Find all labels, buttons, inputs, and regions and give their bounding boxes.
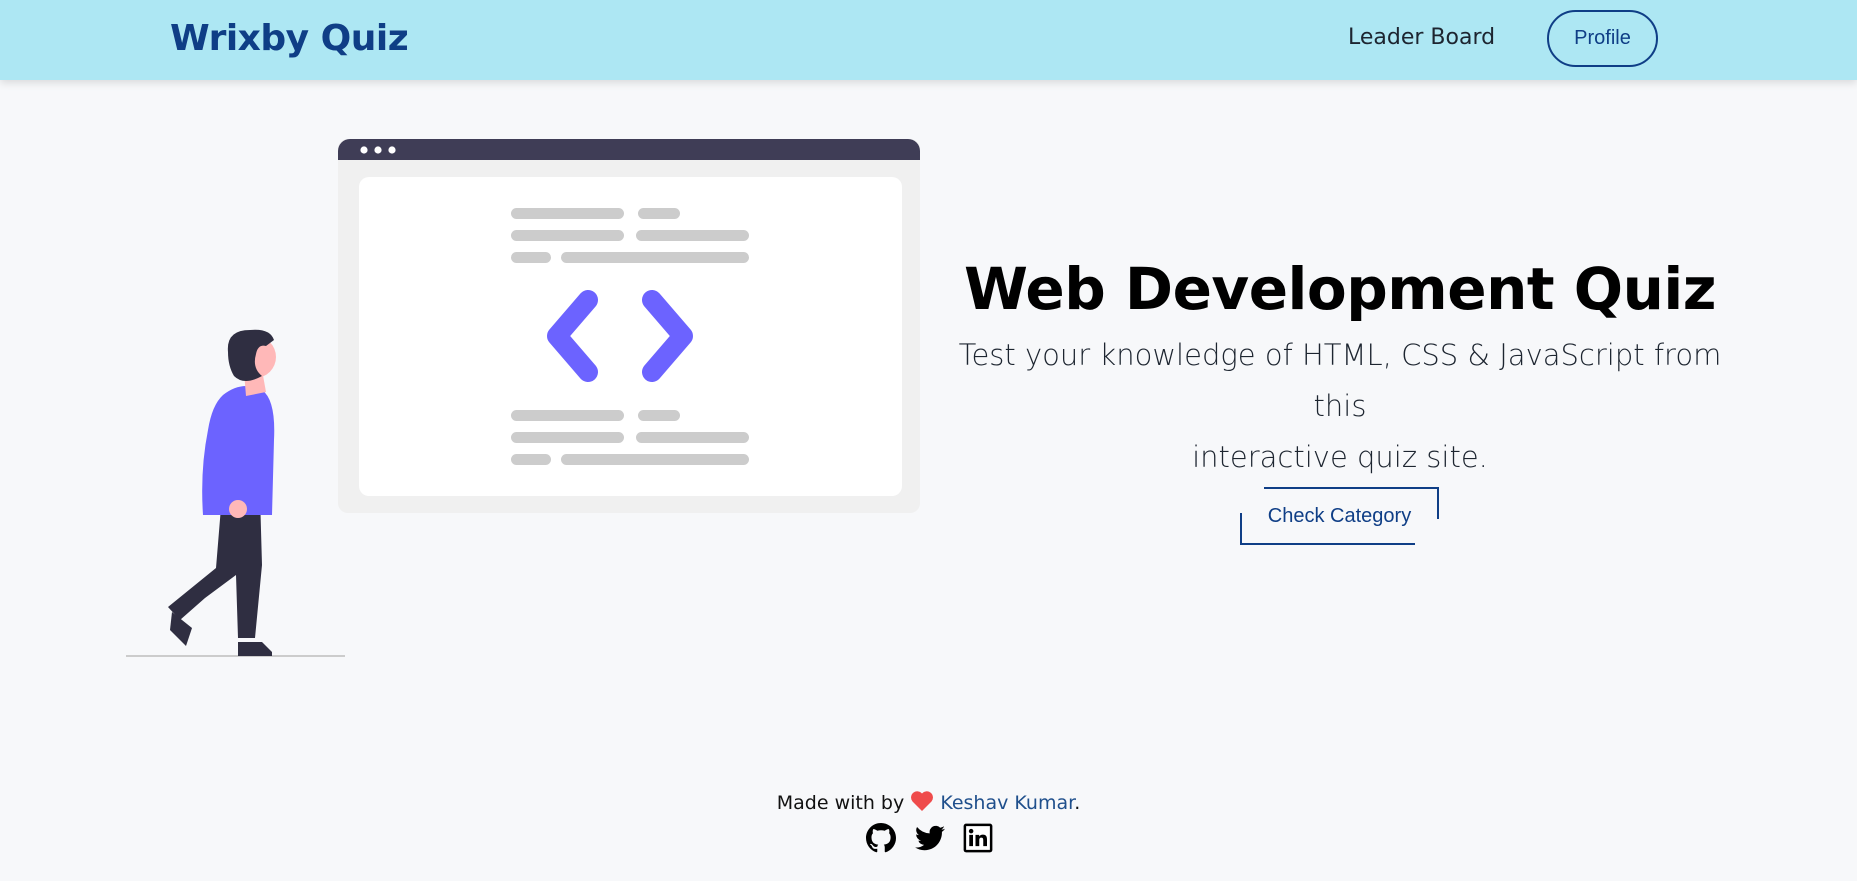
heart-icon xyxy=(911,791,934,811)
check-category-label: Check Category xyxy=(1267,505,1412,527)
browser-window-graphic xyxy=(338,139,920,513)
footer-credit: Made with by Keshav Kumar. xyxy=(0,790,1857,814)
nav-link-leader-board[interactable]: Leader Board xyxy=(1348,25,1495,50)
linkedin-icon[interactable] xyxy=(963,823,993,853)
footer-period: . xyxy=(1074,792,1081,814)
hero-illustration xyxy=(126,139,920,657)
person-illustration xyxy=(126,329,345,657)
footer-made-with: Made with by xyxy=(776,792,905,814)
hero-subtitle: Test your knowledge of HTML, CSS & JavaS… xyxy=(930,330,1750,483)
github-icon[interactable] xyxy=(866,823,896,853)
twitter-icon[interactable] xyxy=(915,823,945,853)
hero-title: Web Development Quiz xyxy=(963,255,1717,323)
check-category-button[interactable]: Check Category xyxy=(1240,487,1439,545)
hero-subtitle-line-1: Test your knowledge of HTML, CSS & JavaS… xyxy=(958,338,1722,423)
hero-subtitle-line-2: interactive quiz site. xyxy=(1192,440,1488,474)
author-link[interactable]: Keshav Kumar xyxy=(940,792,1074,814)
profile-button[interactable]: Profile xyxy=(1547,10,1658,67)
social-links xyxy=(866,823,996,855)
